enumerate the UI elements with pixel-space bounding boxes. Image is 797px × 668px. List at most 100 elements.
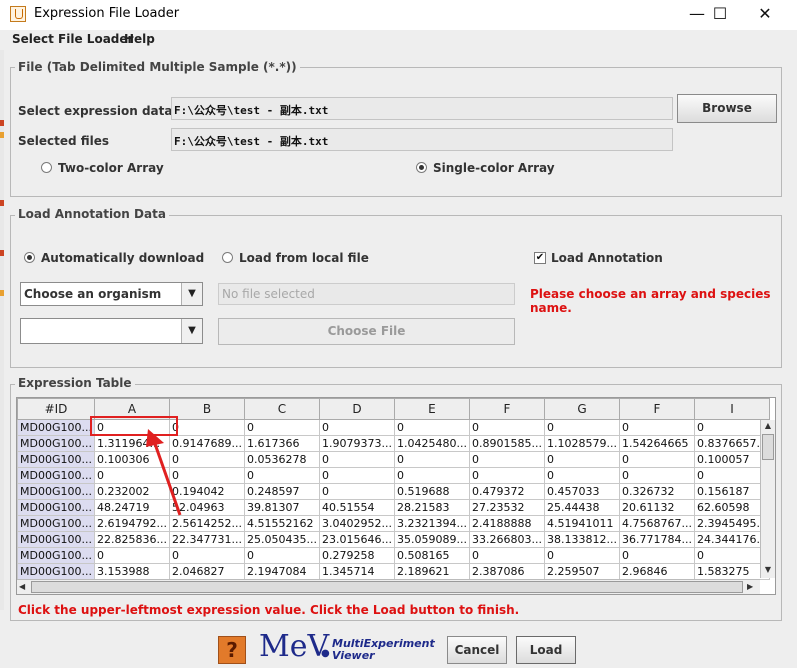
scrollbar-thumb[interactable] (762, 434, 774, 460)
horizontal-scrollbar-thumb[interactable] (31, 581, 743, 593)
table-cell[interactable]: 2.259507 (543, 563, 620, 580)
table-cell[interactable]: 2.387086 (468, 563, 545, 580)
table-cell[interactable]: 2.189621 (393, 563, 470, 580)
table-cell[interactable]: 4.51941011 (543, 515, 620, 532)
table-cell[interactable]: 23.015646... (318, 531, 395, 548)
table-cell[interactable]: 0 (543, 419, 620, 436)
table-cell[interactable]: 0 (393, 419, 470, 436)
table-cell[interactable]: 0 (393, 467, 470, 484)
table-cell[interactable]: 0 (618, 419, 695, 436)
table-cell[interactable]: 0 (318, 451, 395, 468)
table-cell[interactable]: 0.8376657... (693, 435, 770, 452)
table-cell[interactable]: 0 (618, 547, 695, 564)
scroll-right-icon[interactable]: ▶ (747, 582, 753, 591)
table-cell[interactable]: 3.2321394... (393, 515, 470, 532)
auto-download-label[interactable]: Automatically download (41, 251, 204, 265)
two-color-radio[interactable] (41, 162, 52, 173)
table-cell[interactable]: 0.100057 (693, 451, 770, 468)
table-cell[interactable]: 1.617366 (243, 435, 320, 452)
table-row[interactable]: MD00G100... 0 0 0 0 0 0 0 0 0 (17, 467, 770, 484)
table-cell[interactable]: 1.1028579... (543, 435, 620, 452)
table-cell[interactable]: 0 (168, 547, 245, 564)
table-row[interactable]: MD00G100... 2.6194792... 2.5614252... 4.515… (17, 515, 770, 532)
table-cell[interactable]: 0.457033 (543, 483, 620, 500)
maximize-button[interactable]: ☐ (697, 0, 743, 30)
column-header[interactable]: F (468, 398, 545, 420)
table-cell[interactable]: 0 (543, 451, 620, 468)
column-header[interactable]: C (243, 398, 320, 420)
table-cell[interactable]: 0 (393, 451, 470, 468)
table-cell[interactable]: 40.51554 (318, 499, 395, 516)
table-cell[interactable]: 4.7568767... (618, 515, 695, 532)
scroll-up-icon[interactable]: ▲ (761, 421, 775, 430)
table-cell[interactable]: 0 (93, 547, 170, 564)
row-id-cell[interactable]: MD00G100... (17, 547, 95, 564)
table-cell[interactable]: 25.050435... (243, 531, 320, 548)
table-row[interactable]: MD00G100... 0.232002 0.194042 0.248597 0 0.51… (17, 483, 770, 500)
table-cell[interactable]: 0 (318, 467, 395, 484)
table-cell[interactable]: 0.326732 (618, 483, 695, 500)
table-cell[interactable]: 0.279258 (318, 547, 395, 564)
row-id-cell[interactable]: MD00G100... (17, 419, 95, 436)
table-cell[interactable]: 1.0425480... (393, 435, 470, 452)
table-cell[interactable]: 0.248597 (243, 483, 320, 500)
table-cell[interactable]: 0 (243, 419, 320, 436)
table-cell[interactable]: 35.059089... (393, 531, 470, 548)
scroll-left-icon[interactable]: ◀ (19, 582, 25, 591)
row-id-cell[interactable]: MD00G100... (17, 515, 95, 532)
table-row[interactable]: MD00G100... 22.825836... 22.347731... 25.05… (17, 531, 770, 548)
table-cell[interactable]: 0.8901585... (468, 435, 545, 452)
table-row[interactable]: MD00G100... 48.24719 52.04963 39.81307 40.51… (17, 499, 770, 516)
menu-select-file-loader[interactable]: Select File Loader (12, 32, 133, 46)
column-header[interactable]: G (543, 398, 620, 420)
table-cell[interactable]: 36.771784... (618, 531, 695, 548)
column-header[interactable]: F (618, 398, 695, 420)
array-combo[interactable]: ▼ (20, 318, 203, 344)
row-id-cell[interactable]: MD00G100... (17, 563, 95, 580)
single-color-label[interactable]: Single-color Array (433, 161, 555, 175)
table-cell[interactable]: 0 (468, 547, 545, 564)
table-cell[interactable]: 62.60598 (693, 499, 770, 516)
local-file-label[interactable]: Load from local file (239, 251, 369, 265)
table-cell[interactable]: 0 (618, 451, 695, 468)
table-cell[interactable]: 0 (318, 419, 395, 436)
table-cell[interactable]: 28.21583 (393, 499, 470, 516)
table-cell[interactable]: 39.81307 (243, 499, 320, 516)
load-annotation-checkbox[interactable]: ✔ (534, 252, 546, 264)
row-id-cell[interactable]: MD00G100... (17, 435, 95, 452)
expression-file-field[interactable]: F:\公众号\test - 副本.txt (171, 97, 673, 120)
table-row[interactable]: MD00G100... 3.153988 2.046827 2.1947084 1.34… (17, 563, 770, 580)
table-cell[interactable]: 25.44438 (543, 499, 620, 516)
column-header[interactable]: I (693, 398, 770, 420)
table-cell[interactable]: 0.508165 (393, 547, 470, 564)
table-cell[interactable]: 1.9079373... (318, 435, 395, 452)
table-cell[interactable]: 3.0402952... (318, 515, 395, 532)
table-cell[interactable]: 0 (543, 467, 620, 484)
table-cell[interactable]: 24.344176... (693, 531, 770, 548)
table-cell[interactable]: 38.133812... (543, 531, 620, 548)
table-cell[interactable]: 1.54264665 (618, 435, 695, 452)
local-file-radio[interactable] (222, 252, 233, 263)
single-color-radio[interactable] (416, 162, 427, 173)
table-cell[interactable]: 0 (693, 419, 770, 436)
row-id-cell[interactable]: MD00G100... (17, 499, 95, 516)
table-cell[interactable]: 0 (693, 547, 770, 564)
table-cell[interactable]: 3.153988 (93, 563, 170, 580)
table-cell[interactable]: 0 (468, 451, 545, 468)
column-header[interactable]: #ID (17, 398, 95, 420)
table-row[interactable]: MD00G100... 1.311964... 0.9147689... 1.6173… (17, 435, 770, 452)
table-cell[interactable]: 0 (468, 419, 545, 436)
table-cell[interactable]: 20.61132 (618, 499, 695, 516)
table-cell[interactable]: 0.156187 (693, 483, 770, 500)
table-cell[interactable]: 0 (318, 483, 395, 500)
table-cell[interactable]: 0.0536278 (243, 451, 320, 468)
table-cell[interactable]: 0 (543, 547, 620, 564)
table-cell[interactable]: 22.347731... (168, 531, 245, 548)
table-cell[interactable]: 27.23532 (468, 499, 545, 516)
auto-download-radio[interactable] (24, 252, 35, 263)
cancel-button[interactable]: Cancel (447, 636, 507, 664)
table-cell[interactable]: 2.3945495... (693, 515, 770, 532)
table-horizontal-scrollbar[interactable]: ◀ ▶ (17, 579, 760, 594)
column-header[interactable]: E (393, 398, 470, 420)
scroll-down-icon[interactable]: ▼ (761, 565, 775, 574)
